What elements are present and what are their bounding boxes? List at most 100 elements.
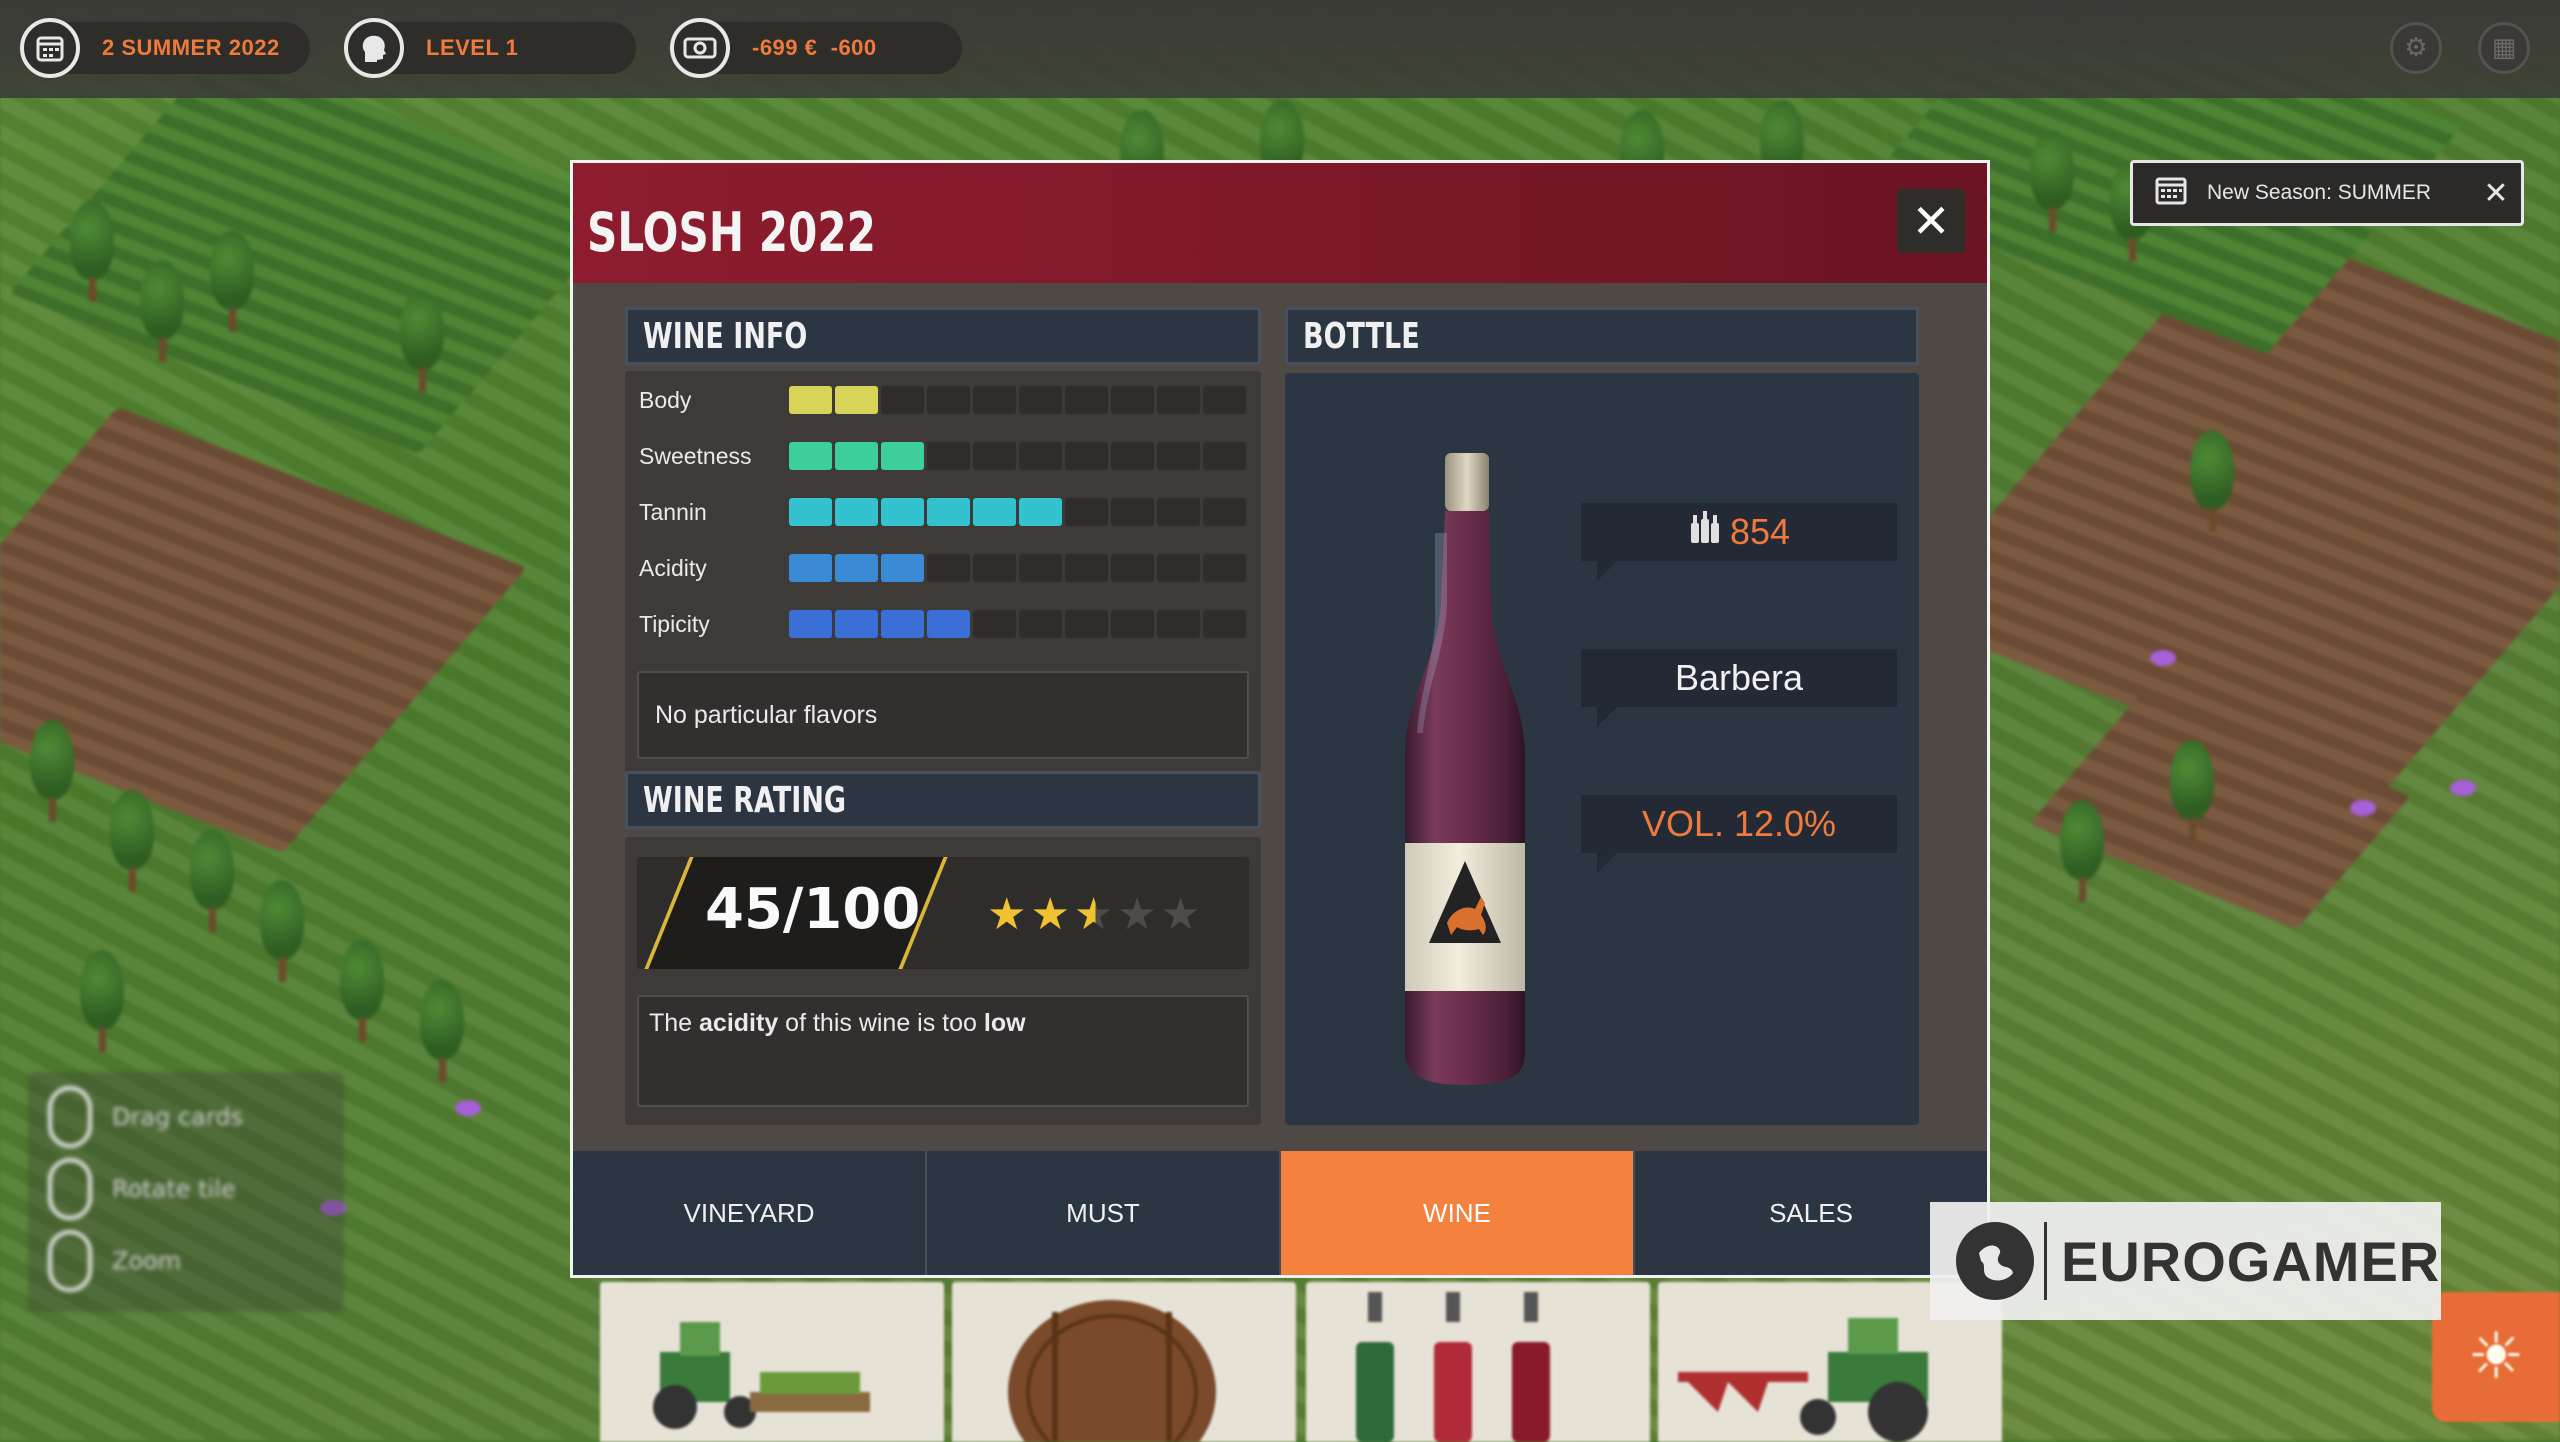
star-icon: ★ — [1073, 889, 1118, 940]
dialog-close-button[interactable]: ✕ — [1897, 189, 1965, 253]
stat-bar-segment — [835, 498, 878, 526]
stat-bar-segment — [789, 554, 832, 582]
stat-bar-segment — [1111, 442, 1154, 470]
score-value: 45/100 — [705, 877, 921, 942]
mouse-left-icon — [48, 1086, 92, 1148]
stat-bar-segment — [1203, 386, 1246, 414]
stat-label: Tipicity — [639, 610, 710, 637]
level-text: LEVEL 1 — [426, 35, 519, 60]
stat-label: Body — [639, 386, 692, 413]
bottle-panel: 854 Barbera VOL. 12.0% — [1285, 373, 1919, 1125]
wine-rating-heading: WINE RATING — [625, 771, 1261, 829]
wine-info-panel: Body Sweetness Tannin Acidity Tipicity No pa… — [625, 371, 1261, 773]
money-display[interactable]: -699 € -600 — [670, 18, 962, 78]
stat-bar-segment — [927, 554, 970, 582]
stat-bar-segment — [973, 610, 1016, 638]
card-tractor[interactable] — [600, 1282, 944, 1442]
stat-bar-segment — [927, 610, 970, 638]
star-icon: ★ — [987, 889, 1031, 940]
stat-bar — [789, 442, 1246, 470]
calendar-icon — [2155, 175, 2187, 212]
stat-bar-segment — [1019, 498, 1062, 526]
grape-variety: Barbera — [1674, 657, 1804, 698]
wine-rating-panel: 45/100 ★★★★★ The acidity of this wine is… — [625, 837, 1261, 1125]
stat-bar-segment — [927, 386, 970, 414]
notification-close-button[interactable]: ✕ — [2471, 176, 2521, 211]
stat-bar — [789, 610, 1246, 638]
calendar-icon — [20, 18, 80, 78]
rotate-tile-hint: Rotate tile — [112, 1175, 236, 1203]
wine-bottle-image — [1405, 453, 1525, 1085]
stat-bar-segment — [1157, 554, 1200, 582]
eurogamer-watermark: EUROGAMER — [1930, 1202, 2441, 1320]
bottle-count-tag: 854 — [1581, 503, 1897, 581]
bottle-heading: BOTTLE — [1285, 307, 1919, 365]
date-display[interactable]: 2 SUMMER 2022 — [20, 18, 310, 78]
card-bottles[interactable] — [1306, 1282, 1650, 1442]
stat-bar-segment — [1019, 554, 1062, 582]
tab-vineyard[interactable]: VINEYARD — [573, 1151, 927, 1275]
volume-tag: VOL. 12.0% — [1581, 795, 1897, 873]
stat-bar-segment — [1157, 386, 1200, 414]
flavors-text: No particular flavors — [637, 671, 1249, 759]
stat-label: Acidity — [639, 554, 707, 581]
stat-label: Tannin — [639, 498, 707, 525]
stat-bar-segment — [881, 610, 924, 638]
bottles-icon — [1688, 511, 1722, 553]
dialog-title: SLOSH 2022 — [587, 201, 876, 264]
stat-bar-segment — [881, 442, 924, 470]
stat-bar-segment — [973, 554, 1016, 582]
drag-cards-hint: Drag cards — [112, 1103, 244, 1131]
sun-icon[interactable]: ☀ — [2432, 1292, 2560, 1422]
card-barrel[interactable] — [952, 1282, 1296, 1442]
stat-bar — [789, 498, 1246, 526]
stat-bar-segment — [835, 554, 878, 582]
stat-bar-segment — [789, 498, 832, 526]
stat-bar-segment — [1157, 610, 1200, 638]
rating-comment: The acidity of this wine is too low — [637, 995, 1249, 1107]
stat-bar-segment — [973, 386, 1016, 414]
stat-bar — [789, 554, 1246, 582]
globe-icon — [1956, 1222, 2034, 1300]
wine-dialog: SLOSH 2022 ✕ WINE INFO Body Sweetness Tann… — [570, 160, 1990, 1278]
stat-bar-segment — [1019, 442, 1062, 470]
star-icon: ★ — [1117, 889, 1161, 940]
stat-bar-segment — [789, 386, 832, 414]
stat-bar-segment — [881, 554, 924, 582]
mouse-right-icon — [48, 1158, 92, 1220]
stat-bar-segment — [789, 610, 832, 638]
stat-row-sweetness: Sweetness — [639, 441, 1246, 471]
star-rating: ★★★★★ — [987, 889, 1204, 940]
stat-bar-segment — [1019, 610, 1062, 638]
stat-bar-segment — [1203, 554, 1246, 582]
stat-bar-segment — [1019, 386, 1062, 414]
grid-icon[interactable]: ▦ — [2478, 22, 2530, 74]
stat-bar-segment — [881, 386, 924, 414]
dialog-header: SLOSH 2022 ✕ — [573, 163, 1987, 283]
tab-wine[interactable]: WINE — [1281, 1151, 1635, 1275]
money-text: -699 € -600 — [752, 35, 877, 60]
stat-bar-segment — [973, 498, 1016, 526]
controls-hint: Drag cards Rotate tile Zoom — [28, 1072, 344, 1312]
season-notification[interactable]: New Season: SUMMER ✕ — [2130, 160, 2524, 226]
gear-icon[interactable]: ⚙ — [2390, 22, 2442, 74]
stat-bar-segment — [927, 498, 970, 526]
stat-bar-segment — [835, 442, 878, 470]
stat-bar-segment — [1111, 554, 1154, 582]
head-icon — [344, 18, 404, 78]
stat-bar-segment — [835, 386, 878, 414]
stat-bar-segment — [973, 442, 1016, 470]
mouse-scroll-icon — [48, 1230, 92, 1292]
date-text: 2 SUMMER 2022 — [102, 35, 280, 60]
zoom-hint: Zoom — [112, 1247, 182, 1275]
bottle-count: 854 — [1729, 511, 1791, 552]
stat-bar-segment — [835, 610, 878, 638]
star-icon: ★ — [1160, 889, 1205, 940]
dialog-tabs: VINEYARD MUST WINE SALES — [573, 1151, 1987, 1275]
notification-text: New Season: SUMMER — [2207, 181, 2432, 204]
stat-bar-segment — [789, 442, 832, 470]
stat-bar-segment — [1157, 498, 1200, 526]
tab-must[interactable]: MUST — [927, 1151, 1281, 1275]
stat-bar-segment — [1065, 610, 1108, 638]
level-display[interactable]: LEVEL 1 — [344, 18, 636, 78]
